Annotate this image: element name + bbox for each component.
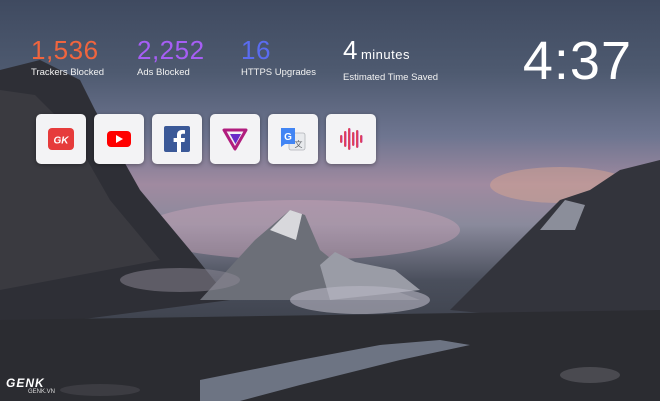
facebook-icon (164, 126, 190, 152)
stat-value: 1,536 (31, 35, 99, 65)
top-site-facebook[interactable] (152, 114, 202, 164)
stat-trackers-blocked: 1,536 Trackers Blocked (31, 36, 104, 78)
time-saved-number: 4 (343, 35, 358, 65)
genk-watermark: GENK GENK.VN (6, 376, 55, 395)
watermark-brand: GENK (6, 376, 45, 390)
vidmate-icon (222, 128, 248, 151)
svg-text:G: G (284, 132, 292, 143)
youtube-icon (107, 131, 131, 147)
stat-value: 16 (241, 35, 271, 65)
top-site-vidmate[interactable] (210, 114, 260, 164)
top-site-youtube[interactable] (94, 114, 144, 164)
stat-https-upgrades: 16 HTTPS Upgrades (241, 36, 316, 78)
clock: 4:37 (522, 31, 632, 91)
time-saved-unit: minutes (360, 47, 410, 62)
watermark-site: GENK.VN (28, 389, 56, 395)
stat-label: Ads Blocked (137, 67, 190, 78)
stat-time-saved: 4 minutes Estimated Time Saved (343, 36, 438, 83)
top-site-soundwave[interactable] (326, 114, 376, 164)
top-site-genk[interactable]: GK (36, 114, 86, 164)
svg-text:文: 文 (295, 139, 303, 149)
stat-ads-blocked: 2,252 Ads Blocked (137, 36, 205, 78)
genk-logo-text: GK (54, 136, 70, 147)
stat-value: 2,252 (137, 35, 205, 65)
top-site-google-translate[interactable]: G 文 (268, 114, 318, 164)
stat-value: 4 minutes (343, 36, 438, 69)
google-translate-icon: G 文 (281, 128, 306, 151)
stat-label: HTTPS Upgrades (241, 67, 316, 78)
genk-logo-icon: GK (48, 128, 74, 150)
stat-label: Trackers Blocked (31, 67, 105, 78)
soundwave-icon (340, 128, 363, 150)
stat-label: Estimated Time Saved (343, 72, 439, 83)
